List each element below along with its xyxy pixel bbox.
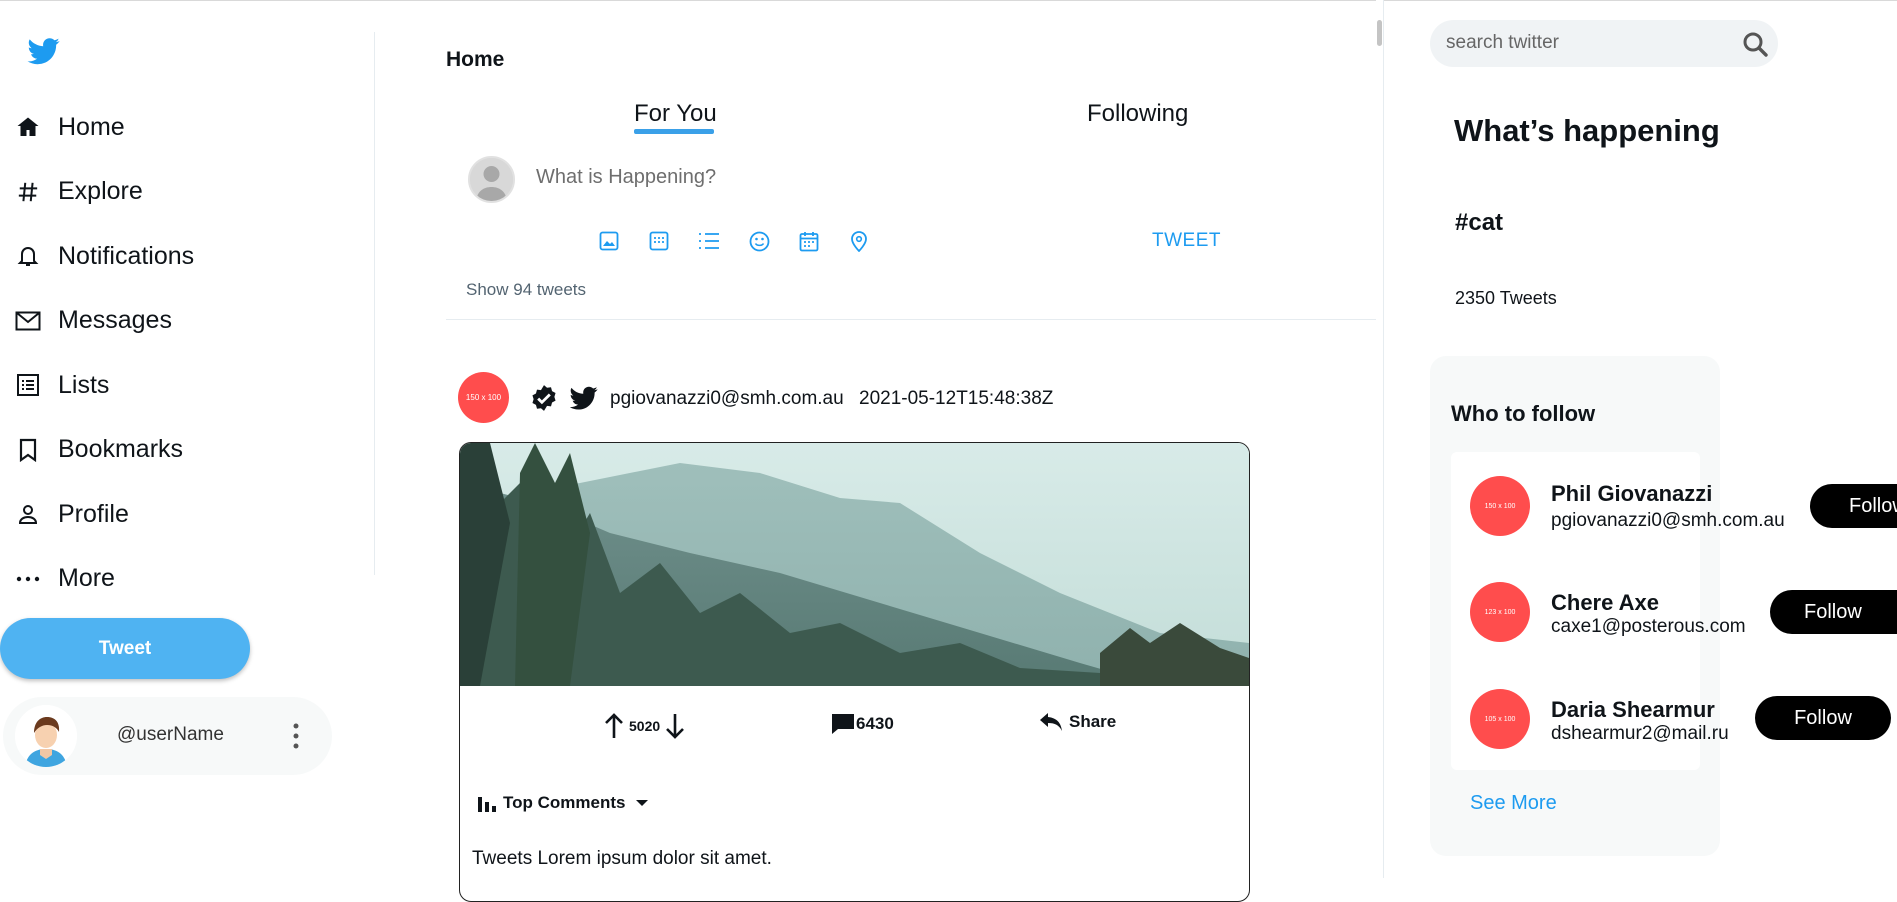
emoji-icon[interactable]: [746, 228, 772, 254]
active-tab-indicator: [634, 129, 714, 134]
list-icon: [14, 371, 42, 399]
follow-name[interactable]: Phil Giovanazzi: [1551, 481, 1712, 507]
follow-avatar[interactable]: 123 x 100: [1470, 582, 1530, 642]
hashtag-icon: [14, 178, 42, 206]
sidebar-divider: [374, 32, 375, 575]
divider: [446, 319, 1376, 320]
follow-handle: caxe1@posterous.com: [1551, 616, 1746, 637]
poll-icon[interactable]: [696, 228, 722, 254]
verified-badge-icon: [532, 385, 556, 411]
vote-control: 5020: [603, 712, 686, 740]
tab-for-you[interactable]: For You: [634, 100, 717, 128]
post-avatar[interactable]: 150 x 100: [458, 372, 509, 423]
sidebar-item-bookmarks[interactable]: Bookmarks: [14, 418, 194, 483]
post-author[interactable]: pgiovanazzi0@smh.com.au: [610, 388, 844, 410]
sidebar-item-label: Home: [58, 112, 125, 141]
compose-input[interactable]: [536, 162, 1136, 192]
more-dots-icon: [14, 565, 42, 593]
twitter-bird-icon: [570, 386, 598, 410]
who-to-follow-title: Who to follow: [1451, 401, 1596, 426]
downvote-arrow-icon[interactable]: [664, 712, 686, 740]
bookmark-icon: [14, 436, 42, 464]
sidebar-item-more[interactable]: More: [14, 547, 194, 612]
main-feed: Home For You Following TWEET Show 94 twe…: [446, 0, 1376, 902]
follow-button[interactable]: Follow: [1810, 484, 1897, 528]
home-icon: [14, 113, 42, 141]
post-image[interactable]: [460, 443, 1249, 686]
sidebar-item-profile[interactable]: Profile: [14, 482, 194, 547]
follow-button[interactable]: Follow: [1755, 696, 1891, 740]
sidebar-item-label: Notifications: [58, 241, 195, 270]
sidebar-item-lists[interactable]: Lists: [14, 353, 194, 418]
bell-icon: [14, 242, 42, 270]
search-input[interactable]: [1446, 30, 1726, 56]
follow-avatar[interactable]: 150 x 100: [1470, 476, 1530, 536]
comment-bubble-icon: [832, 714, 854, 734]
tab-following[interactable]: Following: [1087, 100, 1188, 128]
vertical-dots-icon[interactable]: [293, 723, 299, 749]
comments-button[interactable]: 6430: [830, 712, 894, 736]
gif-icon[interactable]: [646, 228, 672, 254]
page-title: Home: [446, 48, 505, 71]
sidebar-item-label: Bookmarks: [58, 435, 184, 464]
post-actions: 5020 6430 Share: [460, 686, 1249, 766]
trend-tweet-count: 2350 Tweets: [1455, 288, 1557, 308]
follow-name[interactable]: Daria Shearmur: [1551, 697, 1715, 723]
share-button[interactable]: Share: [1039, 712, 1116, 732]
follow-button[interactable]: Follow: [1770, 590, 1897, 634]
post-card: 5020 6430 Share Top Comments Tweets Lore…: [459, 442, 1250, 902]
image-icon[interactable]: [596, 228, 622, 254]
share-reply-icon: [1040, 713, 1062, 731]
trend-hashtag[interactable]: #cat: [1455, 209, 1503, 237]
whats-happening-title: What’s happening: [1454, 113, 1720, 148]
follow-handle: pgiovanazzi0@smh.com.au: [1551, 510, 1785, 531]
sidebar-item-label: More: [58, 564, 115, 593]
sidebar-item-home[interactable]: Home: [14, 95, 194, 160]
sidebar-item-notifications[interactable]: Notifications: [14, 224, 194, 289]
comment-sort-dropdown[interactable]: Top Comments: [477, 793, 649, 813]
sidebar-item-explore[interactable]: Explore: [14, 160, 194, 225]
twitter-logo-icon[interactable]: [26, 35, 62, 67]
search-box: [1430, 20, 1778, 67]
show-new-tweets-link[interactable]: Show 94 tweets: [466, 280, 586, 300]
bar-chart-icon: [478, 797, 496, 812]
post-text: Tweets Lorem ipsum dolor sit amet.: [472, 848, 772, 869]
avatar: [15, 705, 77, 767]
sidebar-item-label: Explore: [58, 177, 143, 206]
sidebar-item-label: Profile: [58, 499, 129, 528]
upvote-arrow-icon[interactable]: [603, 712, 625, 740]
account-switcher[interactable]: @userName: [3, 697, 332, 775]
column-divider: [1383, 0, 1384, 878]
sidebar-item-label: Lists: [58, 370, 110, 399]
mail-icon: [14, 307, 42, 335]
main-nav: Home Explore Notifications Messages List…: [14, 95, 194, 611]
tweet-button[interactable]: Tweet: [0, 618, 250, 679]
post-timestamp: 2021-05-12T15:48:38Z: [859, 388, 1054, 409]
user-handle: @userName: [117, 724, 224, 745]
follow-name[interactable]: Chere Axe: [1551, 590, 1659, 616]
see-more-link[interactable]: See More: [1470, 792, 1557, 815]
compose-avatar: [468, 156, 515, 203]
sidebar-item-label: Messages: [58, 306, 172, 335]
share-label: Share: [1069, 712, 1117, 731]
schedule-icon[interactable]: [796, 228, 822, 254]
vote-count: 5020: [629, 718, 661, 734]
sidebar-item-messages[interactable]: Messages: [14, 289, 194, 354]
person-icon: [14, 500, 42, 528]
compose-tweet-button[interactable]: TWEET: [1152, 230, 1221, 252]
comment-count: 6430: [856, 714, 894, 733]
caret-down-icon: [636, 800, 649, 806]
follow-handle: dshearmur2@mail.ru: [1551, 723, 1729, 744]
comment-sort-label: Top Comments: [503, 793, 626, 812]
compose-toolbar: [596, 228, 872, 254]
left-sidebar: Home Explore Notifications Messages List…: [0, 0, 375, 878]
location-icon[interactable]: [846, 228, 872, 254]
scrollbar-thumb[interactable]: [1377, 20, 1382, 46]
search-icon[interactable]: [1742, 31, 1768, 57]
follow-avatar[interactable]: 105 x 100: [1470, 689, 1530, 749]
